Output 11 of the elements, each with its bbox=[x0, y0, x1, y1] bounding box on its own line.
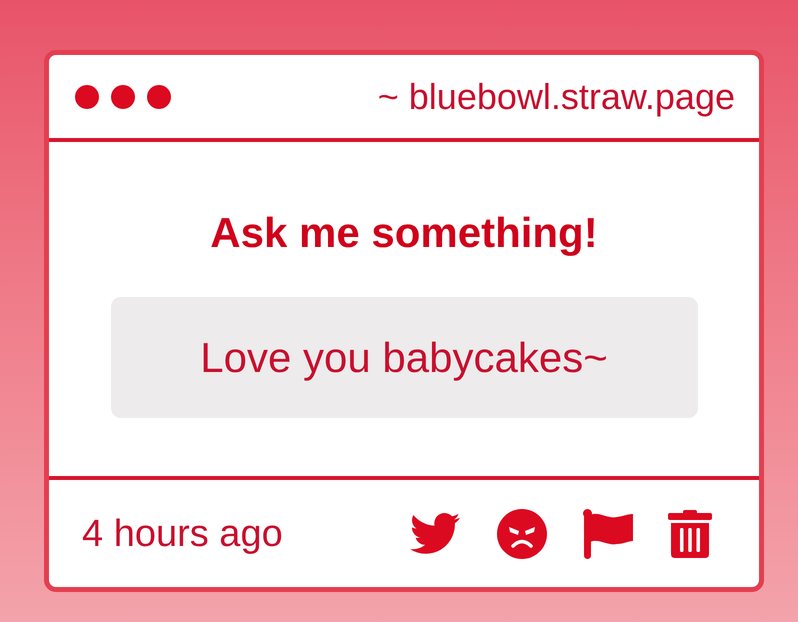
dot-icon bbox=[147, 84, 171, 108]
flag-icon[interactable] bbox=[583, 508, 633, 558]
address-text: ~ bluebowl.straw.page bbox=[378, 78, 735, 114]
prompt-heading: Ask me something! bbox=[210, 208, 598, 258]
bird-icon[interactable] bbox=[410, 512, 460, 554]
trash-icon[interactable] bbox=[668, 510, 712, 558]
dot-icon bbox=[111, 84, 135, 108]
timestamp-text: 4 hours ago bbox=[82, 514, 283, 552]
dot-icon bbox=[75, 84, 99, 108]
angry-face-icon[interactable] bbox=[497, 508, 547, 558]
message-card: Love you babycakes~ bbox=[110, 297, 698, 418]
